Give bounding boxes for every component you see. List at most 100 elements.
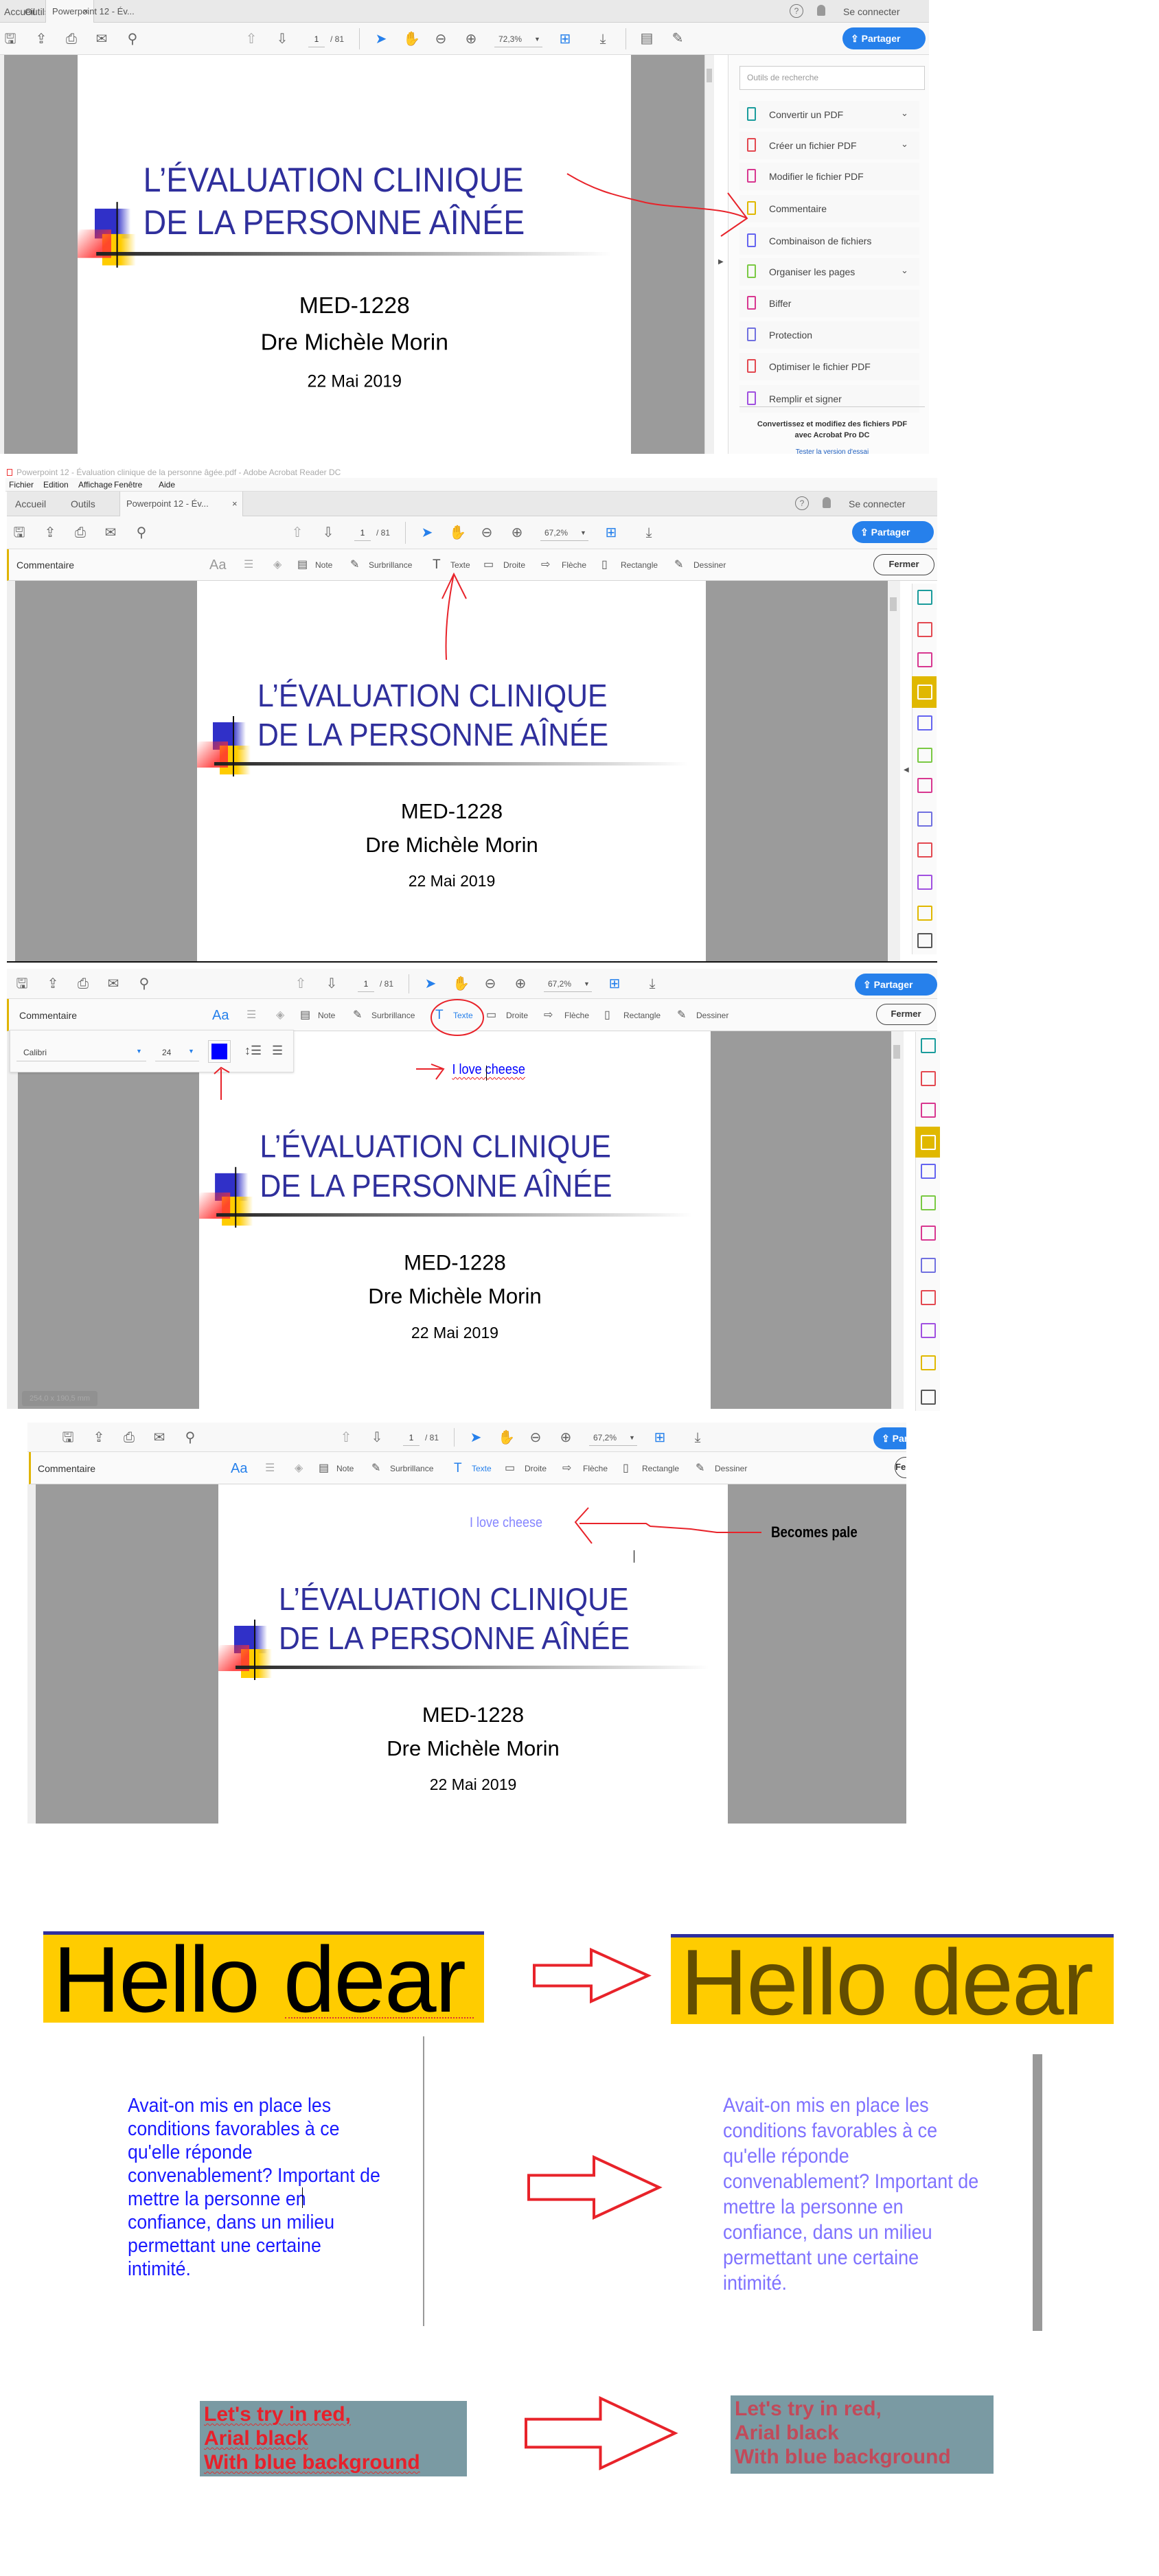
text-tool-icon[interactable]: T: [435, 1008, 444, 1022]
tool-shortcut-icon[interactable]: [917, 812, 932, 827]
tool-shortcut-icon[interactable]: [921, 1195, 936, 1210]
comment-icon[interactable]: ▤: [639, 31, 655, 46]
font-family-select[interactable]: Calibri: [16, 1044, 146, 1061]
select-tool-icon[interactable]: ➤: [373, 32, 389, 47]
tool-shortcut-icon[interactable]: [921, 1164, 936, 1179]
email-icon[interactable]: ✉: [105, 976, 122, 991]
print-icon[interactable]: ⎙: [75, 976, 91, 991]
previous-page-icon[interactable]: ⇧: [289, 525, 306, 540]
zoom-dropdown-icon[interactable]: ▼: [534, 32, 540, 47]
upload-icon[interactable]: ⇪: [91, 1430, 107, 1445]
text-tool-icon[interactable]: T: [433, 558, 441, 572]
menu-item[interactable]: Edition: [43, 479, 69, 490]
draw-tool-label[interactable]: Dessiner: [715, 1462, 747, 1475]
menu-item[interactable]: Fenêtre: [114, 479, 142, 490]
fit-page-icon[interactable]: ⊞: [557, 32, 573, 47]
text-properties-button[interactable]: Aa: [209, 557, 226, 573]
zoom-out-icon[interactable]: ⊖: [482, 976, 498, 991]
scrollbar-thumb[interactable]: [893, 1045, 900, 1059]
note-tool-label[interactable]: Note: [318, 1009, 335, 1022]
page-number-input[interactable]: 1: [403, 1430, 420, 1446]
line-style-icon[interactable]: ☰: [265, 1462, 275, 1475]
tool-shortcut-icon[interactable]: [921, 1135, 936, 1150]
fit-page-icon[interactable]: ⊞: [603, 525, 619, 540]
tool-shortcut-icon[interactable]: [917, 748, 932, 763]
highlight-tool-icon[interactable]: ✎: [350, 558, 359, 572]
share-button[interactable]: ⇪ Partager: [873, 1427, 906, 1449]
search-icon[interactable]: ⚲: [136, 976, 152, 991]
line-tool-label[interactable]: Droite: [525, 1462, 547, 1475]
tab-tools[interactable]: Outils: [71, 497, 95, 511]
note-tool-label[interactable]: Note: [315, 559, 332, 571]
rectangle-tool-label[interactable]: Rectangle: [623, 1009, 661, 1022]
fill-color-icon[interactable]: ◈: [273, 558, 282, 572]
hand-tool-icon[interactable]: ✋: [452, 976, 470, 991]
help-icon[interactable]: ?: [790, 3, 803, 18]
select-tool-icon[interactable]: ➤: [419, 525, 435, 540]
tools-search-input[interactable]: Outils de recherche: [739, 66, 925, 90]
text-annotation[interactable]: I love cheese: [452, 1061, 525, 1078]
chevron-down-icon[interactable]: ⌄: [901, 265, 908, 276]
line-tool-icon[interactable]: ▭: [505, 1462, 515, 1475]
fill-color-icon[interactable]: ◈: [276, 1009, 284, 1022]
rectangle-tool-icon[interactable]: ▯: [604, 1009, 610, 1022]
text-tool-icon[interactable]: T: [454, 1461, 462, 1475]
zoom-in-icon[interactable]: ⊕: [558, 1430, 574, 1445]
highlight-tool-label[interactable]: Surbrillance: [390, 1462, 433, 1475]
previous-page-icon[interactable]: ⇧: [292, 976, 309, 991]
tool-shortcut-icon[interactable]: [917, 933, 932, 948]
print-icon[interactable]: ⎙: [63, 32, 80, 47]
previous-page-icon[interactable]: ⇧: [243, 32, 260, 47]
tool-shortcut-icon[interactable]: [917, 875, 932, 890]
tool-shortcut-icon[interactable]: [921, 1390, 936, 1405]
draw-tool-label[interactable]: Dessiner: [693, 559, 726, 571]
select-tool-icon[interactable]: ➤: [422, 976, 439, 991]
note-tool-icon[interactable]: ▤: [297, 558, 308, 572]
tool-shortcut-icon[interactable]: [917, 778, 932, 793]
text-tool-label[interactable]: Texte: [450, 559, 470, 571]
tool-shortcut-icon[interactable]: [921, 1226, 936, 1241]
collapse-pane-icon[interactable]: ▶: [718, 258, 724, 266]
page-number-input[interactable]: 1: [354, 525, 371, 541]
upload-icon[interactable]: ⇪: [42, 525, 58, 540]
scrollbar-thumb[interactable]: [890, 597, 897, 611]
arrow-tool-icon[interactable]: ⇨: [562, 1462, 571, 1475]
tool-shortcut-icon[interactable]: [917, 715, 932, 731]
draw-tool-icon[interactable]: ✎: [677, 1009, 686, 1022]
scroll-mode-icon[interactable]: ⤓: [644, 976, 661, 991]
highlight-tool-icon[interactable]: ✎: [371, 1462, 380, 1475]
line-style-icon[interactable]: ☰: [246, 1009, 256, 1022]
email-icon[interactable]: ✉: [151, 1430, 168, 1445]
next-page-icon[interactable]: ⇩: [274, 32, 290, 47]
next-page-icon[interactable]: ⇩: [323, 976, 340, 991]
rectangle-tool-label[interactable]: Rectangle: [642, 1462, 679, 1475]
text-properties-button[interactable]: Aa: [212, 1007, 229, 1024]
tool-shortcut-icon[interactable]: [917, 590, 932, 605]
expand-pane-icon[interactable]: ◀: [904, 766, 909, 774]
line-tool-label[interactable]: Droite: [503, 559, 525, 571]
upload-icon[interactable]: ⇪: [45, 976, 61, 991]
chevron-down-icon[interactable]: ▼: [136, 1048, 142, 1055]
draw-tool-icon[interactable]: ✎: [696, 1462, 704, 1475]
email-icon[interactable]: ✉: [102, 525, 119, 540]
text-color-swatch[interactable]: [208, 1040, 231, 1063]
scrollbar-thumb[interactable]: [707, 69, 712, 82]
tool-shortcut-icon[interactable]: [921, 1103, 936, 1118]
close-comment-button[interactable]: Fermer: [873, 554, 934, 575]
menu-item[interactable]: Affichage: [78, 479, 113, 490]
search-icon[interactable]: ⚲: [124, 32, 141, 47]
close-comment-button[interactable]: Fermer: [876, 1004, 936, 1025]
scroll-mode-icon[interactable]: ⤓: [595, 32, 611, 47]
tool-shortcut-icon[interactable]: [921, 1290, 936, 1305]
text-tool-label[interactable]: Texte: [453, 1009, 473, 1022]
text-tool-label[interactable]: Texte: [472, 1462, 492, 1475]
tools-pane-item[interactable]: [739, 321, 919, 349]
tool-shortcut-icon[interactable]: [917, 622, 932, 637]
line-tool-icon[interactable]: ▭: [486, 1009, 496, 1022]
trial-link[interactable]: Tester la version d'essai: [739, 448, 925, 456]
draw-tool-label[interactable]: Dessiner: [696, 1009, 728, 1022]
tool-shortcut-icon[interactable]: [921, 1323, 936, 1338]
zoom-in-icon[interactable]: ⊕: [512, 976, 529, 991]
arrow-tool-label[interactable]: Flèche: [564, 1009, 589, 1022]
line-tool-label[interactable]: Droite: [506, 1009, 528, 1022]
